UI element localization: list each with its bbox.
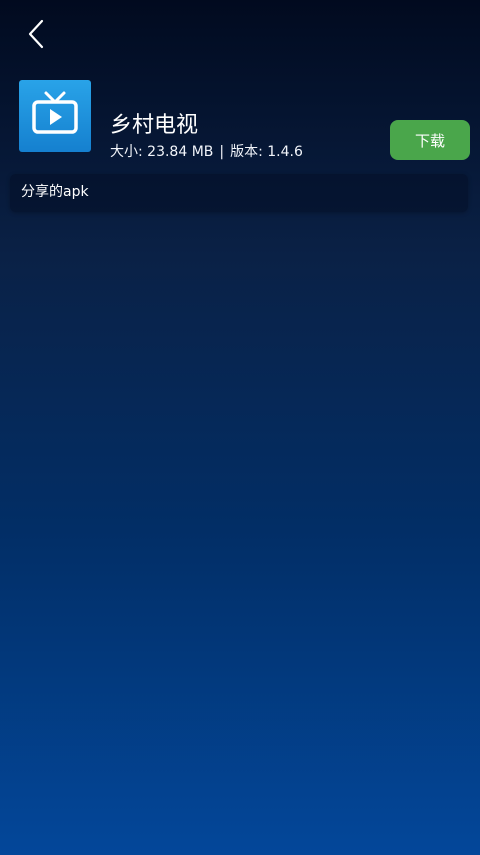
back-button[interactable] bbox=[14, 14, 58, 58]
description-text: 分享的apk bbox=[21, 184, 89, 200]
chevron-left-icon bbox=[26, 18, 46, 54]
app-icon bbox=[19, 80, 91, 152]
tv-play-icon bbox=[27, 90, 83, 142]
app-meta: 大小: 23.84 MB | 版本: 1.4.6 bbox=[110, 142, 303, 162]
app-name: 乡村电视 bbox=[110, 113, 199, 138]
app-size: 大小: 23.84 MB bbox=[110, 144, 214, 160]
meta-separator: | bbox=[219, 144, 225, 160]
download-button[interactable]: 下载 bbox=[390, 120, 470, 160]
app-version: 版本: 1.4.6 bbox=[230, 144, 303, 160]
description-card: 分享的apk bbox=[10, 174, 468, 212]
